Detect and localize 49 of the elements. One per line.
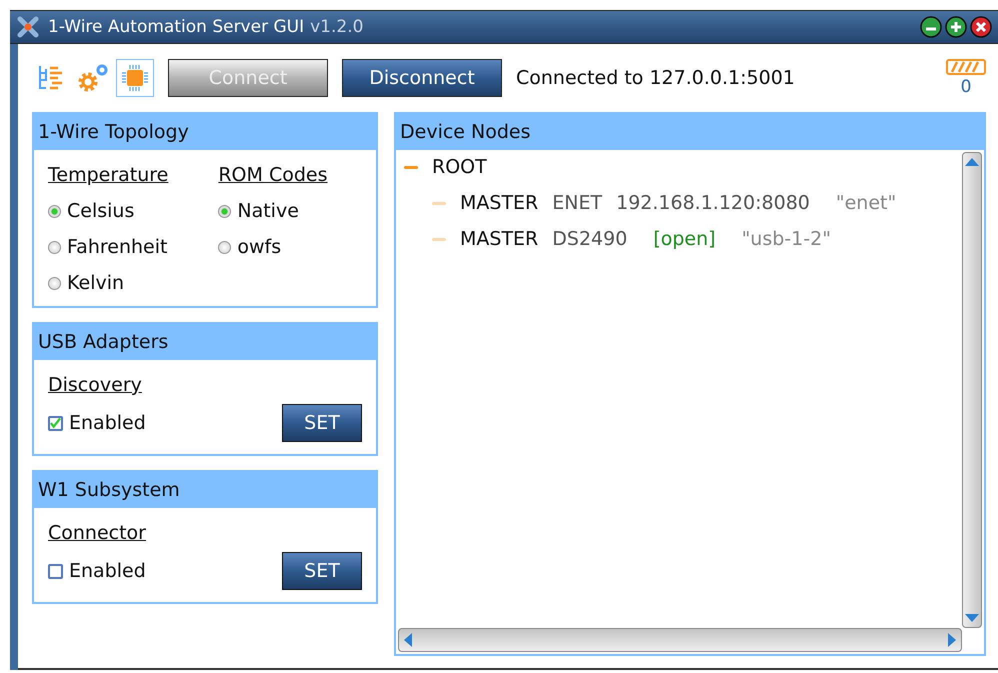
battery-icon bbox=[946, 59, 986, 75]
gears-icon bbox=[76, 63, 110, 93]
disconnect-button[interactable]: Disconnect bbox=[342, 59, 502, 97]
close-icon[interactable] bbox=[970, 16, 992, 38]
app-logo-icon bbox=[16, 15, 40, 39]
tree-toggle-icon[interactable] bbox=[432, 202, 446, 204]
scroll-down-icon bbox=[964, 613, 980, 623]
node-text: ROOT bbox=[432, 156, 487, 178]
panel-title: Device Nodes bbox=[396, 114, 984, 150]
panel-title: 1-Wire Topology bbox=[34, 114, 376, 150]
panel-title: USB Adapters bbox=[34, 324, 376, 360]
minimize-icon[interactable] bbox=[920, 16, 942, 38]
toolbar-button[interactable] bbox=[116, 59, 154, 97]
connection-status: Connected to 127.0.0.1:5001 bbox=[516, 67, 795, 89]
checkbox-option[interactable]: Enabled bbox=[48, 560, 146, 582]
set-button[interactable]: SET bbox=[282, 552, 362, 590]
node-text: MASTER bbox=[460, 192, 538, 214]
node-text: MASTER bbox=[460, 228, 538, 250]
radio-option[interactable]: Kelvin bbox=[48, 272, 168, 294]
tree-toggle-icon[interactable] bbox=[432, 238, 446, 240]
chip-icon bbox=[120, 63, 150, 93]
horizontal-scrollbar[interactable] bbox=[398, 628, 962, 652]
radio-option[interactable]: owfs bbox=[218, 236, 328, 258]
radio-option[interactable]: Fahrenheit bbox=[48, 236, 168, 258]
radio-option[interactable]: Native bbox=[218, 200, 328, 222]
tree-toggle-icon[interactable] bbox=[404, 166, 418, 168]
checkbox-option[interactable]: Enabled bbox=[48, 412, 146, 434]
node-text: ENET bbox=[552, 192, 602, 214]
version-label: v1.2.0 bbox=[310, 17, 364, 37]
radio-option[interactable]: Celsius bbox=[48, 200, 168, 222]
maximize-icon[interactable] bbox=[945, 16, 967, 38]
scroll-up-icon bbox=[964, 157, 980, 167]
check-icon bbox=[50, 417, 61, 429]
group-heading: Temperature bbox=[48, 164, 168, 186]
counter-value: 0 bbox=[960, 77, 972, 97]
node-text: "usb-1-2" bbox=[742, 228, 831, 250]
scroll-left-icon bbox=[403, 632, 413, 648]
node-text: DS2490 bbox=[552, 228, 628, 250]
panel-title: W1 Subsystem bbox=[34, 472, 376, 508]
vertical-scrollbar[interactable] bbox=[962, 152, 982, 628]
node-text: "enet" bbox=[836, 192, 896, 214]
group-heading: ROM Codes bbox=[218, 164, 328, 186]
group-heading: Discovery bbox=[48, 374, 142, 396]
window-title: 1-Wire Automation Server GUI bbox=[48, 17, 304, 37]
set-button[interactable]: SET bbox=[282, 404, 362, 442]
group-heading: Connector bbox=[48, 522, 146, 544]
node-text: [open] bbox=[653, 228, 716, 250]
scroll-right-icon bbox=[947, 632, 957, 648]
node-text: 192.168.1.120:8080 bbox=[616, 192, 810, 214]
